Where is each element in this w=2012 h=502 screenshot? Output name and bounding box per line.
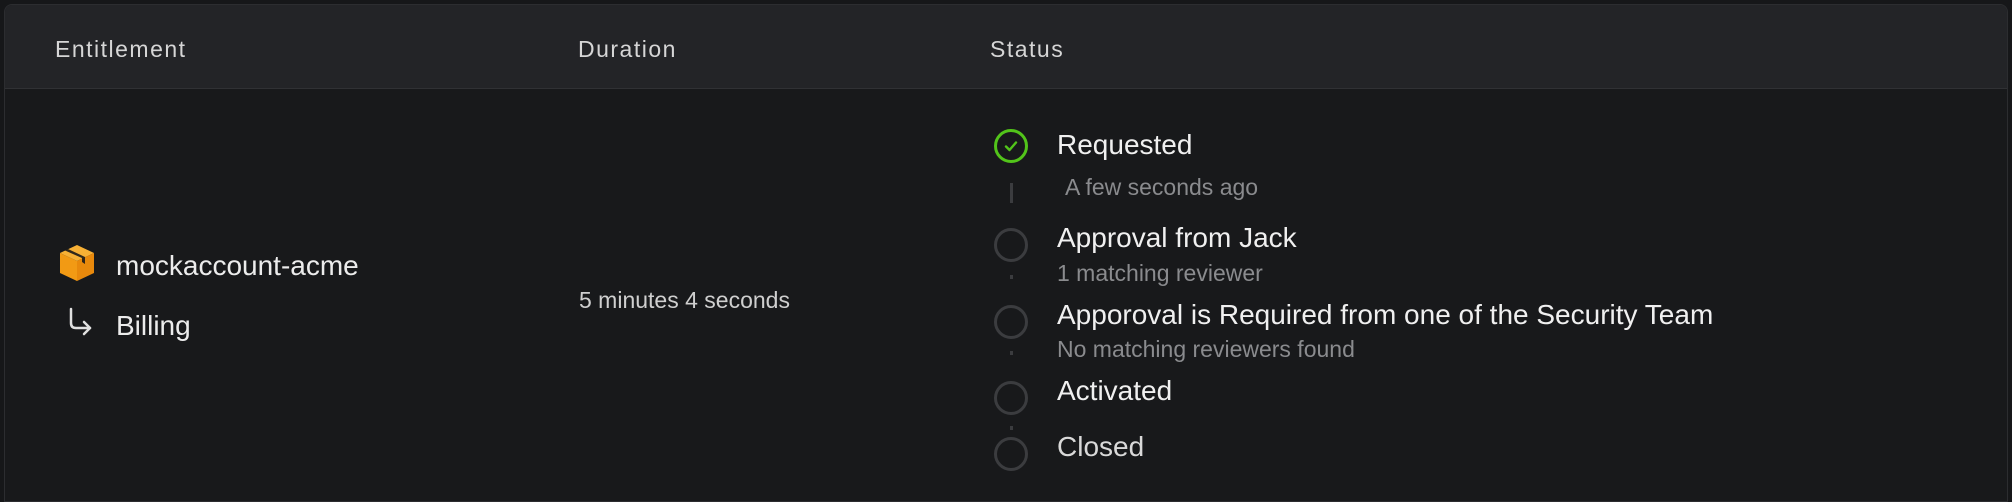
step-subtitle-requested: A few seconds ago: [1065, 174, 1259, 200]
pending-circle-icon: [994, 305, 1028, 339]
return-arrow-icon: [57, 303, 116, 348]
account-name: mockaccount-acme: [116, 249, 359, 281]
step-title-approval-jack: Approval from Jack: [1057, 222, 1297, 253]
role-name: Billing: [116, 309, 191, 341]
column-header-status: Status: [990, 36, 1065, 62]
step-title-activated: Activated: [1057, 375, 1173, 406]
timeline-connector: [1010, 351, 1013, 355]
timeline-connector: [1010, 426, 1013, 430]
column-header-entitlement: Entitlement: [55, 36, 187, 62]
entitlement-account: mockaccount-acme: [57, 243, 359, 288]
step-title-closed: Closed: [1057, 431, 1145, 462]
step-subtitle-approval-jack: 1 matching reviewer: [1057, 260, 1263, 286]
step-subtitle-security-approval: No matching reviewers found: [1057, 336, 1355, 362]
step-title-requested: Requested: [1057, 129, 1193, 160]
duration-value: 5 minutes 4 seconds: [579, 287, 790, 313]
aws-box-icon: [57, 243, 116, 288]
access-request-table: Entitlement Duration Status mockaccount-…: [4, 4, 2008, 502]
entitlement-role: Billing: [57, 303, 191, 348]
timeline-connector: [1010, 275, 1013, 279]
check-circle-icon: [994, 129, 1028, 163]
pending-circle-icon: [994, 437, 1028, 471]
table-header: Entitlement Duration Status: [5, 5, 2007, 89]
timeline-connector: [1010, 183, 1013, 203]
pending-circle-icon: [994, 228, 1028, 262]
step-title-security-approval: Apporoval is Required from one of the Se…: [1057, 299, 1714, 330]
pending-circle-icon: [994, 381, 1028, 415]
column-header-duration: Duration: [578, 36, 677, 62]
